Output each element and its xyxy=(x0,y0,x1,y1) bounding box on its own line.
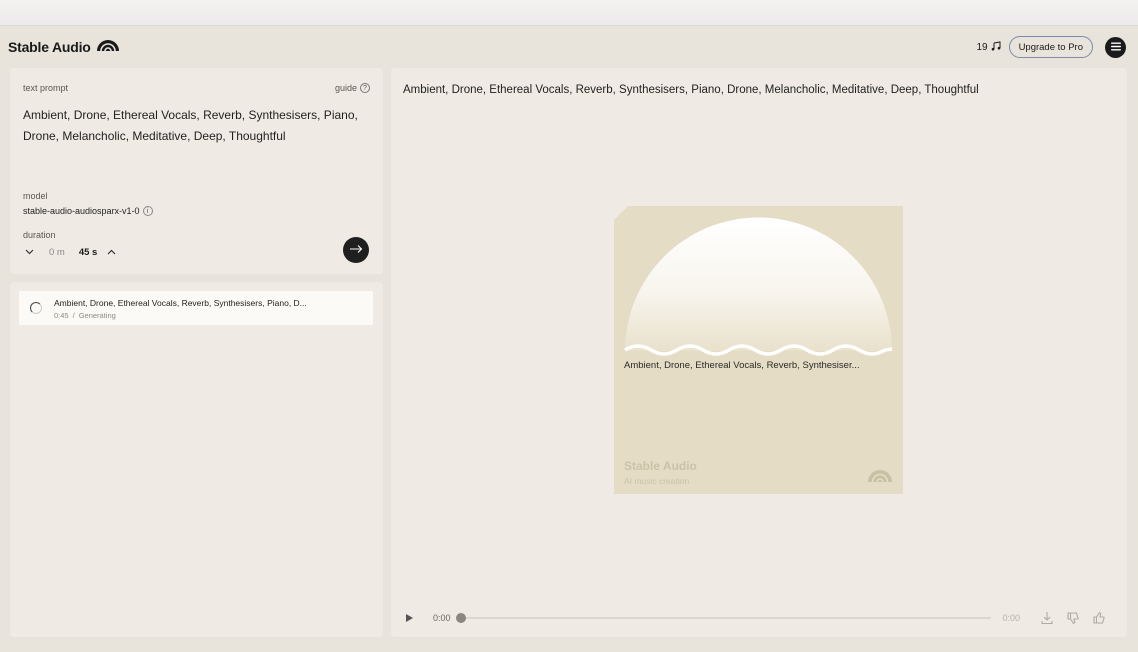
play-icon[interactable] xyxy=(405,612,417,624)
album-artwork: Ambient, Drone, Ethereal Vocals, Reverb,… xyxy=(614,206,903,494)
brand[interactable]: Stable Audio xyxy=(8,38,120,56)
meta-separator: / xyxy=(72,311,75,320)
text-prompt-label: text prompt xyxy=(23,83,69,93)
generation-meta: 0:45 / Generating xyxy=(54,311,116,320)
total-time: 0:00 xyxy=(1002,613,1021,623)
generate-button[interactable] xyxy=(343,237,369,263)
generation-status: Generating xyxy=(78,311,116,320)
audio-player: 0:00 0:00 xyxy=(405,608,1115,628)
info-circle-icon[interactable]: i xyxy=(142,206,153,216)
model-selector[interactable]: stable-audio-audiosparx-v1-0 i xyxy=(23,206,153,216)
model-value: stable-audio-audiosparx-v1-0 xyxy=(23,206,140,216)
seek-thumb[interactable] xyxy=(455,613,466,623)
credits-count: 19 xyxy=(976,41,988,53)
menu-button[interactable] xyxy=(1105,36,1126,58)
music-note-icon xyxy=(991,40,1001,54)
artwork-brand: Stable Audio xyxy=(624,459,697,473)
download-icon[interactable] xyxy=(1040,611,1054,625)
brand-name: Stable Audio xyxy=(8,39,91,55)
artwork-sun-graphic xyxy=(624,217,893,356)
top-bar: Stable Audio 19 Upgrade to Pro xyxy=(0,26,1138,68)
seek-bar[interactable] xyxy=(455,613,991,623)
artwork-subtitle: AI music creation xyxy=(624,476,690,486)
track-actions xyxy=(1040,611,1106,625)
duration-label: duration xyxy=(23,230,56,240)
rainbow-arch-icon xyxy=(867,468,893,487)
question-circle-icon: ? xyxy=(360,83,370,93)
guide-label: guide xyxy=(334,83,357,93)
duration-stepper: 0 m 45 s xyxy=(23,246,117,258)
list-item[interactable]: Ambient, Drone, Ethereal Vocals, Reverb,… xyxy=(19,291,373,325)
chevron-up-icon[interactable] xyxy=(105,246,117,258)
generations-list: Ambient, Drone, Ethereal Vocals, Reverb,… xyxy=(10,282,383,637)
thumbs-down-icon[interactable] xyxy=(1066,611,1080,625)
generation-duration: 0:45 xyxy=(54,311,69,320)
top-right-controls: 19 Upgrade to Pro xyxy=(976,36,1126,58)
spinner-icon xyxy=(30,302,42,314)
guide-link[interactable]: guide ? xyxy=(335,83,370,93)
upgrade-to-pro-button[interactable]: Upgrade to Pro xyxy=(1008,36,1093,58)
prompt-textarea[interactable]: Ambient, Drone, Ethereal Vocals, Reverb,… xyxy=(23,105,368,147)
browser-chrome-strip xyxy=(0,0,1138,26)
model-label: model xyxy=(23,191,48,201)
rainbow-arch-icon xyxy=(96,38,120,56)
hamburger-menu-icon xyxy=(1110,38,1121,56)
thumbs-up-icon[interactable] xyxy=(1092,611,1106,625)
track-title: Ambient, Drone, Ethereal Vocals, Reverb,… xyxy=(403,84,979,96)
chevron-down-icon[interactable] xyxy=(23,246,35,258)
prompt-panel: text prompt guide ? Ambient, Drone, Ethe… xyxy=(10,68,383,274)
generation-title: Ambient, Drone, Ethereal Vocals, Reverb,… xyxy=(54,298,307,308)
credits-counter[interactable]: 19 xyxy=(976,40,1001,54)
current-time: 0:00 xyxy=(433,613,451,623)
duration-seconds: 45 s xyxy=(78,246,98,258)
duration-minutes: 0 m xyxy=(49,246,65,258)
artwork-caption: Ambient, Drone, Ethereal Vocals, Reverb,… xyxy=(624,360,860,371)
track-detail-panel: Ambient, Drone, Ethereal Vocals, Reverb,… xyxy=(391,68,1127,637)
arrow-right-icon xyxy=(349,241,363,259)
